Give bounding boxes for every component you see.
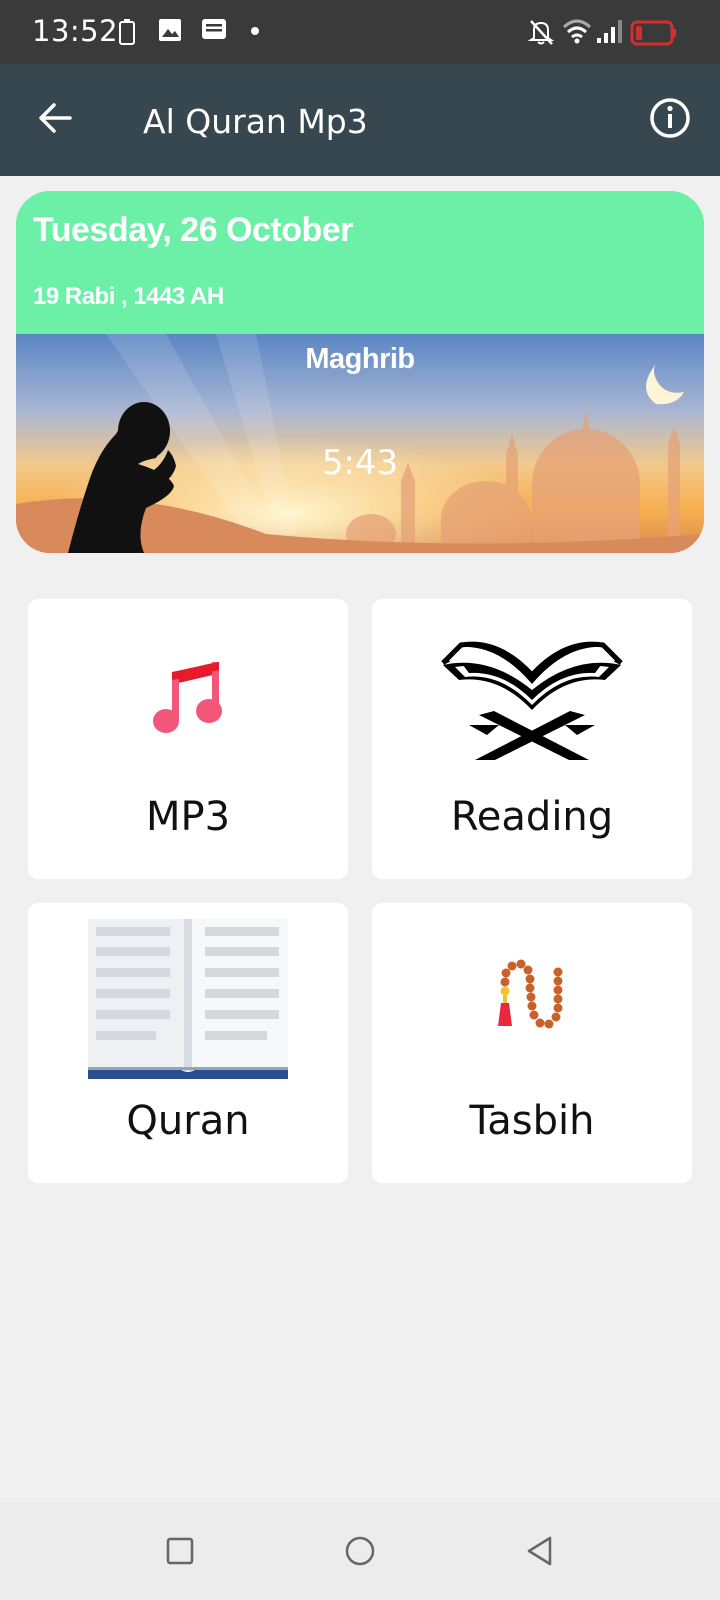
menu-tile-label: Reading <box>450 794 614 840</box>
signal-icon <box>597 20 622 43</box>
open-book-icon <box>88 919 288 1079</box>
status-time: 13:52 <box>32 14 119 48</box>
battery-saver-icon <box>119 19 135 45</box>
info-icon[interactable] <box>644 92 696 144</box>
menu-tile-mp3[interactable]: MP3 <box>28 599 348 879</box>
menu-tile-label: Quran <box>126 1098 250 1144</box>
image-icon <box>159 19 181 41</box>
quran-stand-icon <box>441 641 623 760</box>
menu-tile-quran[interactable]: Quran <box>28 903 348 1183</box>
date-header: Tuesday, 26 October 19 Rabi , 1443 AH <box>16 191 704 334</box>
gregorian-date: Tuesday, 26 October <box>33 211 353 249</box>
menu-tile-reading[interactable]: Reading <box>372 599 692 879</box>
home-icon[interactable] <box>337 1528 383 1574</box>
prayer-time: 5:43 <box>321 443 399 483</box>
message-icon <box>202 19 226 39</box>
app-title: Al Quran Mp3 <box>143 102 368 141</box>
recent-apps-icon[interactable] <box>157 1528 203 1574</box>
hijri-date: 19 Rabi , 1443 AH <box>33 283 224 310</box>
prayer-name: Maghrib <box>305 343 415 375</box>
back-icon[interactable] <box>517 1528 563 1574</box>
music-note-icon <box>153 662 222 733</box>
system-nav-bar <box>0 1502 720 1600</box>
menu-tile-label: Tasbih <box>469 1098 595 1144</box>
menu-tile-tasbih[interactable]: Tasbih <box>372 903 692 1183</box>
wifi-icon <box>562 19 592 44</box>
menu-tile-label: MP3 <box>145 794 231 840</box>
dot-icon <box>251 27 259 35</box>
arrow-back-icon[interactable] <box>30 92 82 144</box>
prayer-time-card[interactable]: Tuesday, 26 October 19 Rabi , 1443 AH Ma… <box>16 191 704 553</box>
notifications-off-icon <box>528 20 554 45</box>
app-bar: Al Quran Mp3 <box>0 64 720 176</box>
prayer-beads-icon <box>498 959 563 1029</box>
status-bar: 13:52 <box>0 0 720 64</box>
battery-low-icon <box>630 20 676 46</box>
